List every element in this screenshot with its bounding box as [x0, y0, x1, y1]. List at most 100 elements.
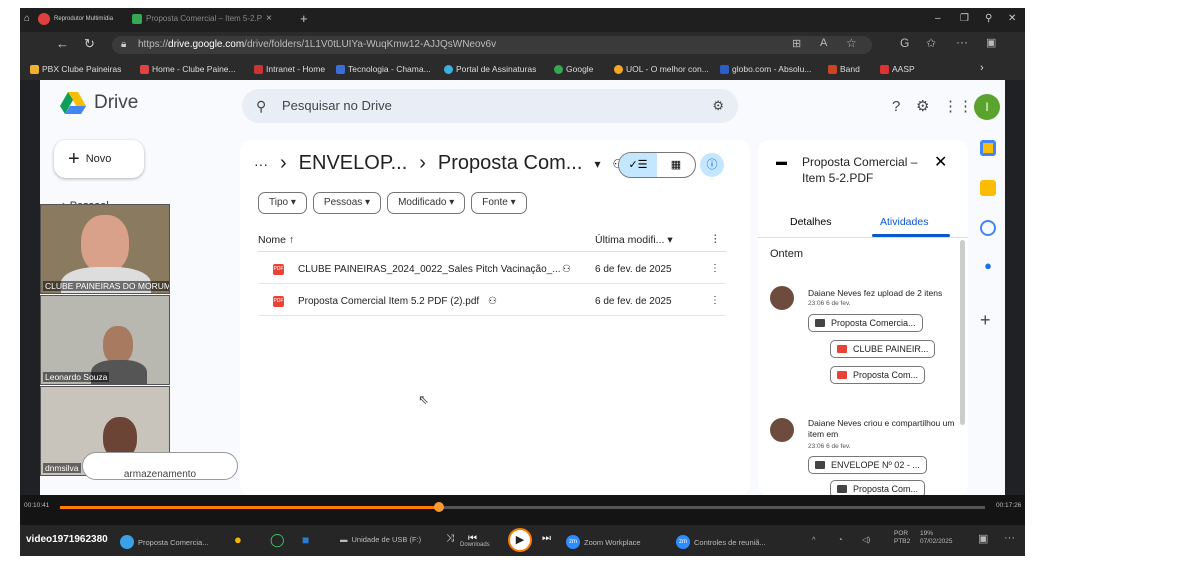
read-aloud-icon[interactable]: A [820, 37, 827, 49]
activity-file-chip[interactable]: CLUBE PAINEIR... [830, 340, 936, 358]
breadcrumb: ··· › ENVELOP... › Proposta Com... ▾ ⚇ [254, 152, 623, 175]
activity-folder-chip[interactable]: ENVELOPE Nº 02 - ... [808, 456, 927, 474]
breadcrumb-folder-envelope[interactable]: ENVELOP... [299, 152, 408, 175]
volume-icon[interactable]: ◁) [862, 535, 870, 544]
bookmark-item[interactable]: Band [828, 64, 860, 74]
seek-bar[interactable] [60, 502, 985, 512]
whatsapp-icon[interactable]: ◯ [270, 532, 285, 548]
table-row[interactable]: PDF Proposta Comercial Item 5.2 PDF (2).… [258, 288, 726, 316]
language-indicator[interactable]: POR PTB2 [894, 530, 910, 545]
list-view-button[interactable]: ✓☰ [619, 153, 657, 177]
play-button[interactable]: ▶ [508, 528, 532, 552]
sidebar-toggle-icon[interactable]: ▣ [986, 36, 996, 49]
more-icon[interactable]: ··· [956, 35, 968, 49]
activity-file-chip[interactable]: Proposta Com... [830, 480, 926, 495]
bookmark-icon [30, 64, 39, 74]
new-tab-button[interactable]: + [300, 11, 308, 26]
drive-logo[interactable]: Drive [60, 92, 138, 114]
notification-icon[interactable]: ▣ [978, 532, 988, 545]
clock[interactable]: 19% 07/02/2025 [920, 530, 953, 545]
tab-details[interactable]: Detalhes [790, 216, 831, 228]
favorite-star-icon[interactable]: ☆ [846, 36, 857, 50]
breadcrumb-more[interactable]: ··· [254, 156, 268, 172]
activity-item: Daiane Neves criou e compartilhou um ite… [770, 418, 960, 495]
bookmark-item[interactable]: PBX Clube Paineiras [30, 64, 121, 74]
search-options-icon[interactable]: ⚙ [712, 89, 724, 123]
contacts-icon[interactable]: ● [980, 258, 996, 274]
close-tab-icon[interactable]: × [266, 13, 272, 24]
bookmark-item[interactable]: globo.com - Absolu... [720, 64, 811, 74]
chevron-right-icon: › [419, 152, 426, 174]
bookmark-item[interactable]: Intranet - Home [254, 64, 325, 74]
bookmark-item[interactable]: Tecnologia - Chama... [336, 64, 431, 74]
taskbar-item[interactable]: Downloads [460, 542, 490, 548]
add-addon-icon[interactable]: + [980, 310, 991, 331]
more-options-icon[interactable]: ··· [1004, 532, 1015, 544]
scrollbar[interactable] [960, 240, 965, 425]
restore-icon[interactable]: ❐ [960, 13, 969, 24]
column-options-icon[interactable]: ⋮ [710, 233, 721, 245]
outlook-icon[interactable]: ■ [302, 533, 309, 547]
bookmark-item[interactable]: Home - Clube Paine... [140, 64, 236, 74]
row-more-icon[interactable]: ⋮ [710, 263, 720, 274]
bookmark-icon [554, 64, 563, 74]
next-icon[interactable]: ⏭ [542, 533, 551, 544]
seek-handle[interactable] [434, 502, 445, 512]
participant-video[interactable]: CLUBE PAINEIRAS DO MORUMBY [40, 204, 170, 294]
help-icon[interactable]: ? [892, 98, 900, 115]
filter-people[interactable]: Pessoas ▾ [312, 192, 382, 214]
participant-video[interactable]: Leonardo Souza [40, 295, 170, 385]
filter-type[interactable]: Tipo ▾ [258, 192, 307, 214]
browser-tab[interactable]: Proposta Comercial – Item 5-2.P × [132, 13, 272, 24]
account-avatar[interactable]: I [974, 94, 1000, 120]
chrome-icon[interactable]: ● [234, 532, 242, 547]
bookmark-item[interactable]: UOL - O melhor con... [614, 64, 709, 74]
new-button[interactable]: + Novo [54, 140, 144, 178]
bookmark-item[interactable]: Portal de Assinaturas [444, 64, 536, 74]
read-mode-icon[interactable]: ⊞ [792, 37, 801, 50]
favorites-icon[interactable]: ✩ [926, 36, 936, 50]
extension-icon[interactable]: G [900, 36, 909, 50]
taskbar-item[interactable]: ▬ Unidade de USB (F:) [340, 535, 421, 544]
bookmark-item[interactable]: Google [554, 64, 593, 74]
url-input[interactable]: 🔒︎ https://drive.google.com/drive/folder… [112, 36, 872, 54]
back-icon[interactable]: ← [56, 36, 69, 51]
keep-icon[interactable] [980, 180, 996, 196]
taskbar-item[interactable]: Proposta Comercia... [120, 535, 208, 549]
wifi-icon[interactable]: ◔ [838, 535, 843, 544]
settings-gear-icon[interactable]: ⚙ [916, 97, 929, 115]
table-row[interactable]: PDF CLUBE PAINEIRAS_2024_0022_Sales Pitc… [258, 256, 726, 284]
apps-grid-icon[interactable]: ⋮⋮ [943, 97, 973, 115]
details-info-button[interactable]: ⓘ [700, 153, 724, 177]
storage-button[interactable]: armazenamento [82, 452, 238, 480]
activity-file-chip[interactable]: Proposta Com... [830, 366, 926, 384]
breadcrumb-current-folder[interactable]: Proposta Com... [438, 152, 583, 175]
minimize-icon[interactable]: – [935, 13, 941, 24]
media-player-tab[interactable]: Reprodutor Multimídia [38, 13, 113, 25]
close-panel-icon[interactable]: ✕ [934, 152, 947, 172]
bookmarks-more-icon[interactable]: › [980, 62, 984, 74]
media-player-icon [38, 13, 50, 25]
search-input[interactable]: ⚲ Pesquisar no Drive ⚙ [242, 89, 738, 123]
grid-view-button[interactable]: ▦ [657, 153, 695, 177]
shared-icon: ⚇ [488, 296, 497, 307]
taskbar-item[interactable]: zm Controles de reuniã... [676, 535, 766, 549]
reload-icon[interactable]: ↻ [84, 36, 95, 52]
caret-down-icon[interactable]: ▾ [594, 157, 600, 171]
shuffle-icon[interactable]: ⤨ [446, 533, 454, 544]
tray-chevron-icon[interactable]: ^ [812, 535, 816, 544]
calendar-icon[interactable] [980, 140, 996, 156]
row-more-icon[interactable]: ⋮ [710, 295, 720, 306]
column-name[interactable]: Nome ↑ [258, 234, 294, 246]
pin-icon[interactable]: ⚲ [985, 13, 992, 24]
taskbar-item[interactable]: zm Zoom Workplace [566, 535, 641, 549]
activity-folder-chip[interactable]: Proposta Comercia... [808, 314, 923, 332]
tasks-icon[interactable] [980, 220, 996, 236]
home-icon[interactable]: ⌂ [24, 13, 30, 24]
column-modified[interactable]: Última modifi... ▾ [595, 234, 673, 246]
filter-modified[interactable]: Modificado ▾ [387, 192, 466, 214]
bookmark-item[interactable]: AASP [880, 64, 915, 74]
tab-activity[interactable]: Atividades [880, 216, 928, 228]
close-window-icon[interactable]: ✕ [1008, 13, 1016, 24]
filter-source[interactable]: Fonte ▾ [471, 192, 527, 214]
